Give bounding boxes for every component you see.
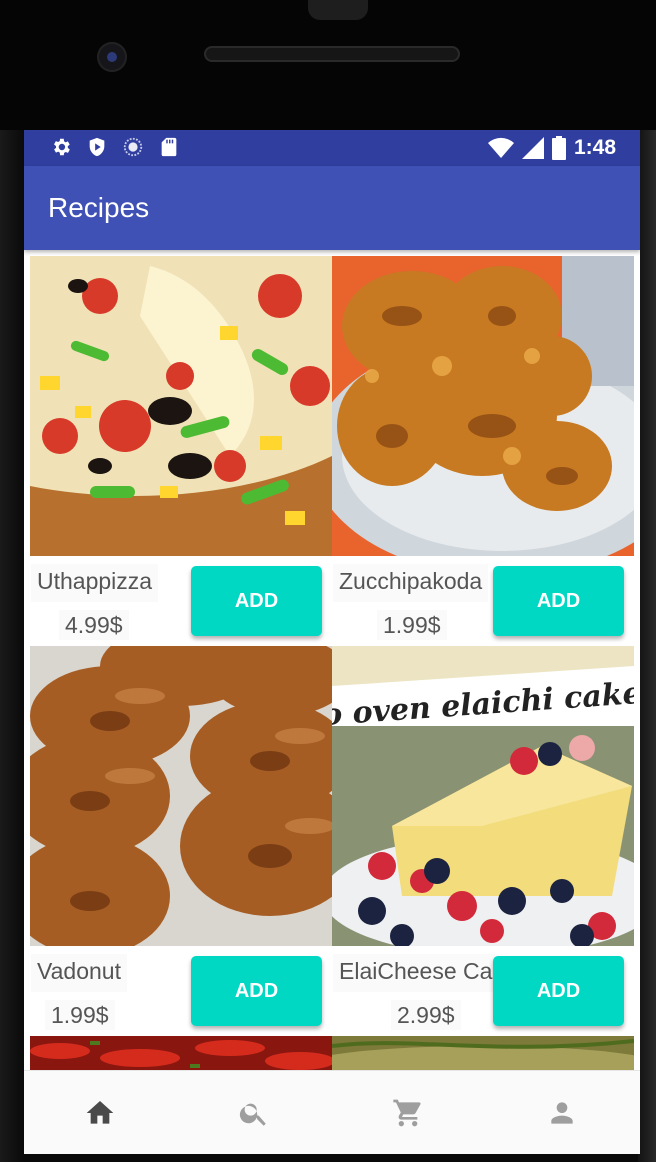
product-price: 1.99$: [377, 610, 447, 640]
app-bar: Recipes: [24, 166, 640, 250]
product-image-donuts: [30, 646, 332, 946]
search-icon[interactable]: [238, 1097, 270, 1129]
add-to-cart-button[interactable]: ADD: [493, 566, 624, 636]
shield-play-icon: [89, 137, 105, 157]
product-card: Zucchipakoda 1.99$ ADD: [332, 256, 634, 646]
product-card: [30, 1036, 332, 1072]
loading-circle-icon: [123, 137, 143, 157]
product-image-greens: [332, 1036, 634, 1072]
phone-device: 1:48 Recipes Uthappizza 4.99$ ADD Zucchi…: [0, 0, 656, 1162]
product-price: 2.99$: [391, 1000, 461, 1030]
product-card: o oven elaichi cake ElaiCheese Ca 2.99$ …: [332, 646, 634, 1036]
phone-frame-left: [0, 0, 24, 1162]
signal-icon: [521, 137, 544, 159]
wifi-icon: [487, 137, 514, 158]
add-to-cart-button[interactable]: ADD: [191, 956, 322, 1026]
product-name: Zucchipakoda: [333, 564, 489, 602]
product-name: Vadonut: [31, 954, 127, 992]
page-title: Recipes: [48, 192, 150, 223]
phone-frame-right: [638, 0, 656, 1162]
product-image-pizza: [30, 256, 332, 556]
product-card: [332, 1036, 634, 1072]
person-icon[interactable]: [546, 1097, 578, 1129]
product-image-chillies: [30, 1036, 332, 1072]
product-price: 4.99$: [59, 610, 129, 640]
product-price: 1.99$: [45, 1000, 115, 1030]
home-icon[interactable]: [84, 1097, 116, 1129]
status-time: 1:48: [573, 136, 616, 159]
app-screen: 1:48 Recipes Uthappizza 4.99$ ADD Zucchi…: [24, 130, 640, 1154]
gear-icon: [54, 138, 70, 156]
phone-notch: [308, 0, 368, 20]
product-grid[interactable]: Uthappizza 4.99$ ADD Zucchipakoda 1.99$ …: [30, 256, 634, 1072]
status-bar: 1:48: [24, 130, 640, 166]
sd-card-icon: [161, 137, 177, 157]
battery-icon: [551, 136, 566, 160]
product-name: Uthappizza: [31, 564, 159, 602]
cart-icon[interactable]: [392, 1097, 424, 1129]
earpiece-speaker: [204, 46, 460, 62]
bottom-navigation: [24, 1070, 640, 1154]
product-name: ElaiCheese Cake: [333, 954, 495, 992]
product-card: Uthappizza 4.99$ ADD: [30, 256, 332, 646]
add-to-cart-button[interactable]: ADD: [493, 956, 624, 1026]
add-to-cart-button[interactable]: ADD: [191, 566, 322, 636]
product-card: Vadonut 1.99$ ADD: [30, 646, 332, 1036]
product-image-cake: o oven elaichi cake: [332, 646, 634, 946]
product-image-pakoda: [332, 256, 634, 556]
phone-top-bezel: [0, 0, 656, 130]
front-camera: [97, 42, 127, 72]
